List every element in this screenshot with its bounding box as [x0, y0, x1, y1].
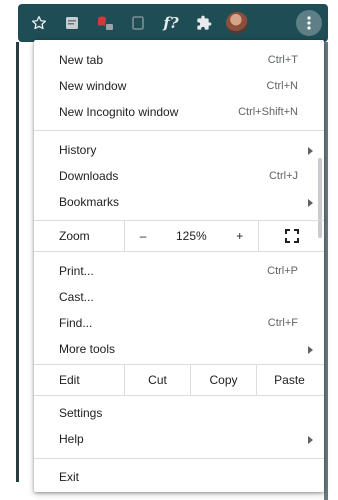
menu-item-label: History	[59, 143, 97, 157]
menu-separator	[34, 130, 324, 131]
f-icon[interactable]: f?	[156, 8, 186, 38]
menu-item-shortcut: Ctrl+Shift+N	[238, 106, 298, 118]
menu-item-label: New tab	[59, 53, 104, 67]
star-icon[interactable]	[24, 8, 54, 38]
profile-avatar[interactable]	[222, 8, 252, 38]
submenu-arrow-icon	[308, 199, 313, 207]
menu-item-label: Cast...	[59, 290, 94, 304]
menu-item-label: New Incognito window	[59, 105, 179, 119]
submenu-arrow-icon	[308, 147, 313, 155]
menu-item-label: Print...	[59, 264, 94, 278]
copy-button[interactable]: Copy	[190, 365, 256, 395]
menu-item-shortcut: Ctrl+N	[266, 80, 298, 92]
edit-row: Edit Cut Copy Paste	[34, 365, 324, 395]
menu-item-label: Help	[59, 432, 84, 446]
avatar	[226, 12, 248, 34]
menu-item-new-tab[interactable]: New tab Ctrl+T	[34, 47, 324, 73]
menu-item-shortcut: Ctrl+F	[267, 317, 298, 329]
menu-item-cast[interactable]: Cast...	[34, 284, 324, 310]
toolbar-icons: f?	[18, 4, 328, 42]
menu-item-label: Downloads	[59, 169, 119, 183]
menu-item-new-incognito-window[interactable]: New Incognito window Ctrl+Shift+N	[34, 99, 324, 125]
menu-item-help[interactable]: Help	[34, 426, 324, 452]
screenshot: f? New tab Ctrl+T New window Ctrl+N New …	[0, 0, 338, 500]
reader-icon[interactable]	[90, 8, 120, 38]
menu-item-settings[interactable]: Settings	[34, 400, 324, 426]
menu-item-print[interactable]: Print... Ctrl+P	[34, 258, 324, 284]
menu-item-label: New window	[59, 79, 127, 93]
fullscreen-button[interactable]	[258, 221, 324, 251]
menu-item-bookmarks[interactable]: Bookmarks	[34, 189, 324, 215]
f-icon-text: f?	[163, 14, 179, 32]
page-edge-left	[16, 42, 19, 482]
zoom-out-button[interactable]: –	[140, 229, 147, 243]
menu-item-downloads[interactable]: Downloads Ctrl+J	[34, 163, 324, 189]
menu-separator	[34, 395, 324, 396]
menu-item-label: Bookmarks	[59, 195, 120, 209]
submenu-arrow-icon	[308, 436, 313, 444]
menu-item-shortcut: Ctrl+P	[267, 265, 298, 277]
menu-separator	[34, 458, 324, 459]
menu-item-new-window[interactable]: New window Ctrl+N	[34, 73, 324, 99]
menu-item-exit[interactable]: Exit	[34, 464, 324, 490]
submenu-arrow-icon	[308, 346, 313, 354]
menu-item-label: More tools	[59, 342, 116, 356]
menu-button[interactable]	[294, 8, 324, 38]
browser-menu: New tab Ctrl+T New window Ctrl+N New Inc…	[34, 40, 324, 492]
menu-separator	[34, 251, 324, 252]
cut-button-label: Cut	[148, 373, 167, 387]
page-edge-right	[324, 42, 328, 500]
kebab-icon	[296, 10, 322, 36]
menu-item-label: Find...	[59, 316, 93, 330]
paste-button[interactable]: Paste	[256, 365, 322, 395]
zoom-level: 125%	[175, 229, 207, 243]
menu-item-more-tools[interactable]: More tools	[34, 336, 324, 362]
edit-label: Edit	[59, 373, 80, 387]
copy-button-label: Copy	[209, 373, 238, 387]
puzzle-icon[interactable]	[189, 8, 219, 38]
menu-item-label: Exit	[59, 470, 80, 484]
notepad-icon[interactable]	[57, 8, 87, 38]
zoom-controls: – 125% +	[124, 221, 258, 251]
square-icon[interactable]	[123, 8, 153, 38]
cut-button[interactable]: Cut	[124, 365, 190, 395]
fullscreen-icon	[284, 229, 299, 243]
zoom-in-button[interactable]: +	[236, 229, 243, 243]
menu-item-find[interactable]: Find... Ctrl+F	[34, 310, 324, 336]
zoom-row: Zoom – 125% +	[34, 221, 324, 251]
paste-button-label: Paste	[274, 373, 305, 387]
zoom-label: Zoom	[59, 229, 90, 243]
menu-item-shortcut: Ctrl+J	[268, 170, 298, 182]
menu-item-history[interactable]: History	[34, 137, 324, 163]
menu-item-shortcut: Ctrl+T	[267, 54, 298, 66]
menu-item-label: Settings	[59, 406, 103, 420]
